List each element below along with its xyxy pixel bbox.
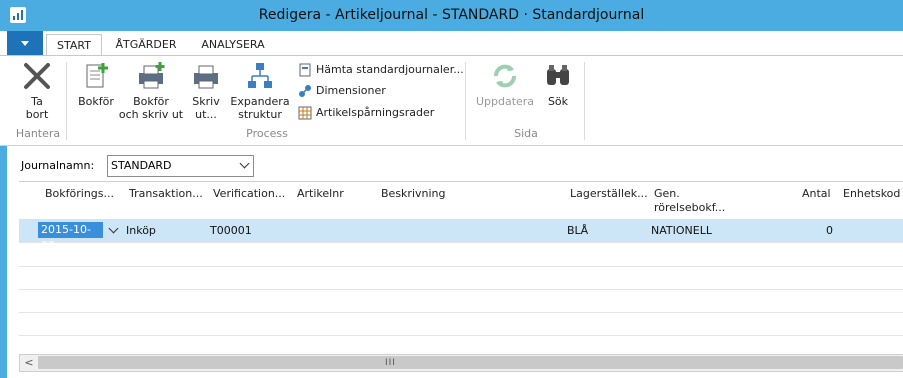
delete-label-line1: Ta bbox=[31, 95, 43, 108]
tab-analyze[interactable]: ANALYSERA bbox=[192, 34, 274, 55]
gen-bus-header-line2: rörelsebokf... bbox=[654, 201, 726, 214]
post-label: Bokför bbox=[78, 95, 114, 108]
post-button[interactable]: Bokför bbox=[75, 61, 117, 108]
journal-name-value: STANDARD bbox=[111, 159, 172, 172]
item-tracking-label: Artikelspårningsrader bbox=[316, 106, 435, 119]
column-header-posting-date[interactable]: Bokförings... bbox=[45, 187, 114, 201]
post-print-label-line2: och skriv ut bbox=[118, 108, 184, 121]
column-header-item-no[interactable]: Artikelnr bbox=[297, 187, 344, 201]
cell-location[interactable]: BLÅ bbox=[567, 224, 588, 237]
dimensions-label: Dimensioner bbox=[316, 84, 386, 97]
post-and-print-button[interactable]: Bokför och skriv ut bbox=[116, 61, 186, 121]
print-label-line2: ut... bbox=[195, 108, 217, 121]
column-header-unit[interactable]: Enhetskod bbox=[843, 187, 900, 201]
tracking-grid-icon bbox=[298, 106, 312, 120]
find-button[interactable]: Sök bbox=[540, 61, 576, 108]
refresh-icon bbox=[490, 61, 520, 91]
expand-label-line2: struktur bbox=[238, 108, 282, 121]
group-label-hantera: Hantera bbox=[15, 127, 61, 140]
column-header-gen-bus-posting[interactable]: Gen. rörelsebokf... bbox=[654, 187, 725, 215]
journal-name-select[interactable]: STANDARD bbox=[107, 155, 254, 177]
file-menu-button[interactable] bbox=[7, 31, 43, 55]
column-header-location[interactable]: Lagerställek... bbox=[570, 187, 648, 201]
print-label-line1: Skriv bbox=[192, 95, 220, 108]
table-row[interactable] bbox=[19, 289, 903, 313]
post-print-label-line1: Bokför bbox=[133, 95, 169, 108]
tab-actions[interactable]: ÅTGÄRDER bbox=[108, 34, 184, 55]
scroll-left-arrow-icon[interactable]: < bbox=[21, 355, 37, 371]
table-row[interactable] bbox=[19, 266, 903, 290]
print-button[interactable]: Skriv ut... bbox=[187, 61, 225, 121]
window-title: Redigera - Artikeljournal - STANDARD · S… bbox=[258, 7, 645, 23]
cell-document-no[interactable]: T00001 bbox=[210, 224, 252, 237]
tab-start[interactable]: START bbox=[46, 34, 102, 56]
delete-x-icon bbox=[22, 61, 52, 91]
column-header-entry-type[interactable]: Transaktion... bbox=[129, 187, 203, 201]
delete-label-line2: bort bbox=[25, 108, 49, 121]
printer-icon bbox=[191, 61, 221, 91]
cell-gen-bus-posting[interactable]: NATIONELL bbox=[651, 224, 712, 237]
group-label-sida: Sida bbox=[514, 127, 538, 140]
find-label: Sök bbox=[547, 95, 569, 108]
group-separator bbox=[584, 62, 585, 140]
cell-entry-type[interactable]: Inköp bbox=[126, 224, 156, 237]
post-icon bbox=[81, 61, 111, 91]
get-standard-journals-button[interactable]: Hämta standardjournaler... bbox=[298, 61, 464, 79]
chevron-down-icon bbox=[239, 158, 250, 169]
group-separator bbox=[66, 62, 67, 140]
refresh-label: Uppdatera bbox=[475, 95, 535, 108]
group-label-process: Process bbox=[246, 127, 288, 140]
binoculars-icon bbox=[543, 61, 573, 91]
expand-structure-button[interactable]: Expandera struktur bbox=[230, 61, 290, 121]
group-separator bbox=[465, 62, 466, 140]
post-print-icon bbox=[136, 61, 166, 91]
column-header-description[interactable]: Beskrivning bbox=[381, 187, 446, 201]
document-icon bbox=[298, 63, 312, 77]
hierarchy-icon bbox=[245, 61, 275, 91]
column-header-document-no[interactable]: Verification... bbox=[213, 187, 285, 201]
gen-bus-header-line1: Gen. bbox=[654, 187, 680, 200]
column-header-quantity[interactable]: Antal bbox=[802, 187, 831, 201]
journal-name-label: Journalnamn: bbox=[21, 159, 95, 172]
refresh-button[interactable]: Uppdatera bbox=[474, 61, 536, 108]
dimensions-button[interactable]: Dimensioner bbox=[298, 82, 386, 100]
table-row[interactable] bbox=[19, 312, 903, 336]
table-row[interactable] bbox=[19, 243, 903, 267]
delete-button[interactable]: Ta bort bbox=[16, 61, 58, 121]
cell-quantity[interactable]: 0 bbox=[826, 224, 833, 237]
dimensions-icon bbox=[298, 84, 312, 98]
expand-label-line1: Expandera bbox=[230, 95, 290, 108]
get-standard-journals-label: Hämta standardjournaler... bbox=[316, 63, 464, 76]
item-tracking-lines-button[interactable]: Artikelspårningsrader bbox=[298, 104, 434, 122]
scrollbar-thumb[interactable] bbox=[38, 356, 903, 369]
scrollbar-grip: III bbox=[385, 358, 396, 368]
posting-date-input[interactable]: 2015-10-09 bbox=[38, 222, 103, 252]
